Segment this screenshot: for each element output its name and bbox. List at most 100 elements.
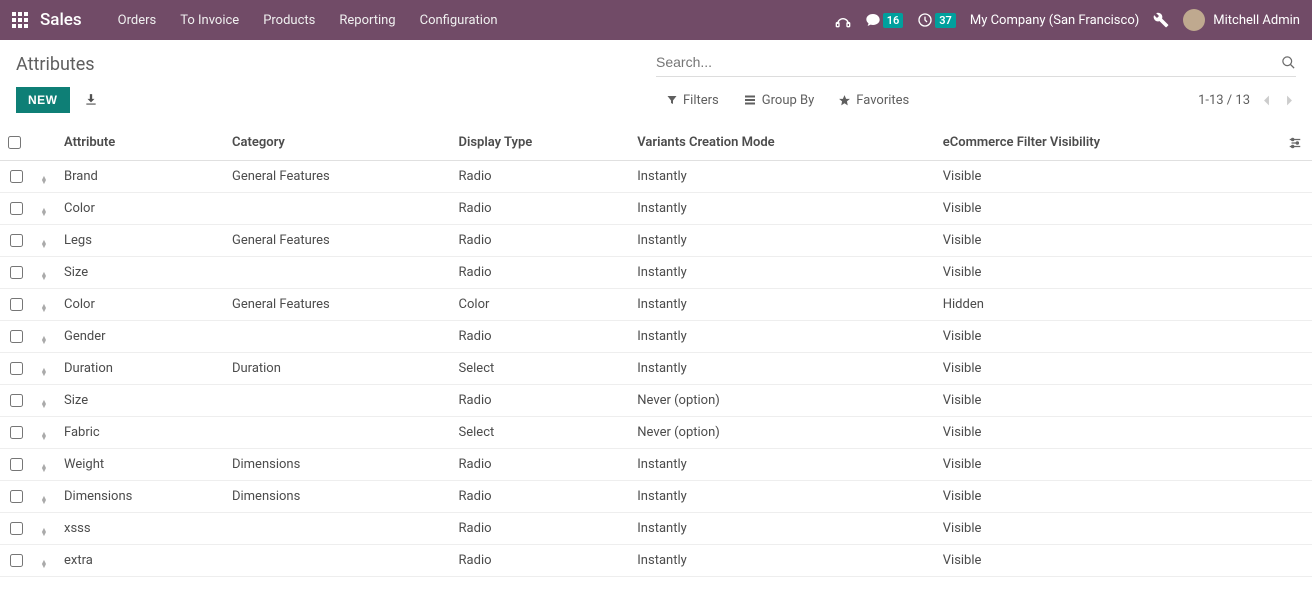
col-category[interactable]: Category — [224, 125, 451, 161]
filters-button[interactable]: Filters — [666, 93, 719, 108]
drag-handle-icon[interactable]: ▲▼ — [32, 321, 56, 353]
table-row[interactable]: ▲▼ColorGeneral FeaturesColorInstantlyHid… — [0, 289, 1312, 321]
cell-ecom: Visible — [935, 513, 1280, 545]
search-input[interactable] — [656, 48, 1281, 76]
cell-variants-mode: Instantly — [629, 193, 934, 225]
cell-attribute: Duration — [56, 353, 224, 385]
row-checkbox[interactable] — [10, 394, 23, 407]
table-row[interactable]: ▲▼xsssRadioInstantlyVisible — [0, 513, 1312, 545]
table-row[interactable]: ▲▼SizeRadioNever (option)Visible — [0, 385, 1312, 417]
cell-category — [224, 321, 451, 353]
cell-attribute: Weight — [56, 449, 224, 481]
row-checkbox[interactable] — [10, 490, 23, 503]
cell-category: Duration — [224, 353, 451, 385]
table-row[interactable]: ▲▼WeightDimensionsRadioInstantlyVisible — [0, 449, 1312, 481]
table-row[interactable]: ▲▼BrandGeneral FeaturesRadioInstantlyVis… — [0, 161, 1312, 193]
nav-item[interactable]: Reporting — [327, 13, 407, 28]
column-options-icon[interactable] — [1280, 125, 1312, 161]
new-button[interactable]: NEW — [16, 87, 70, 113]
col-attribute[interactable]: Attribute — [56, 125, 224, 161]
row-checkbox[interactable] — [10, 266, 23, 279]
cell-ecom: Visible — [935, 353, 1280, 385]
row-checkbox[interactable] — [10, 170, 23, 183]
table-row[interactable]: ▲▼ColorRadioInstantlyVisible — [0, 193, 1312, 225]
row-checkbox[interactable] — [10, 202, 23, 215]
table-row[interactable]: ▲▼DurationDurationSelectInstantlyVisible — [0, 353, 1312, 385]
drag-handle-icon[interactable]: ▲▼ — [32, 481, 56, 513]
debug-icon[interactable] — [1153, 12, 1169, 28]
drag-handle-icon[interactable]: ▲▼ — [32, 513, 56, 545]
user-menu[interactable]: Mitchell Admin — [1183, 9, 1300, 31]
pager-prev-icon[interactable] — [1260, 94, 1273, 107]
row-checkbox[interactable] — [10, 330, 23, 343]
drag-handle-header — [32, 125, 56, 161]
row-checkbox[interactable] — [10, 234, 23, 247]
pager-next-icon[interactable] — [1283, 94, 1296, 107]
groupby-button[interactable]: Group By — [743, 93, 815, 108]
search-icon[interactable] — [1281, 55, 1296, 70]
row-checkbox[interactable] — [10, 362, 23, 375]
drag-handle-icon[interactable]: ▲▼ — [32, 225, 56, 257]
pager-range[interactable]: 1-13 / 13 — [1198, 93, 1250, 108]
download-icon[interactable] — [84, 93, 98, 107]
search-bar[interactable] — [656, 48, 1296, 77]
table-row[interactable]: ▲▼SizeRadioInstantlyVisible — [0, 257, 1312, 289]
table-row[interactable]: ▲▼FabricSelectNever (option)Visible — [0, 417, 1312, 449]
drag-handle-icon[interactable]: ▲▼ — [32, 449, 56, 481]
row-checkbox[interactable] — [10, 298, 23, 311]
row-checkbox[interactable] — [10, 554, 23, 567]
drag-handle-icon[interactable]: ▲▼ — [32, 289, 56, 321]
cell-category — [224, 513, 451, 545]
cell-variants-mode: Instantly — [629, 161, 934, 193]
table-row[interactable]: ▲▼GenderRadioInstantlyVisible — [0, 321, 1312, 353]
cell-variants-mode: Instantly — [629, 289, 934, 321]
row-checkbox[interactable] — [10, 426, 23, 439]
col-variants-mode[interactable]: Variants Creation Mode — [629, 125, 934, 161]
messages-button[interactable]: 16 — [865, 12, 904, 28]
company-switcher[interactable]: My Company (San Francisco) — [970, 13, 1139, 28]
activities-badge: 37 — [935, 13, 956, 28]
cell-display-type: Radio — [451, 161, 630, 193]
avatar — [1183, 9, 1205, 31]
cell-ecom: Visible — [935, 481, 1280, 513]
drag-handle-icon[interactable]: ▲▼ — [32, 385, 56, 417]
drag-handle-icon[interactable]: ▲▼ — [32, 161, 56, 193]
nav-item[interactable]: Orders — [106, 13, 169, 28]
table-header-row: Attribute Category Display Type Variants… — [0, 125, 1312, 161]
nav-item[interactable]: To Invoice — [168, 13, 251, 28]
attributes-table: Attribute Category Display Type Variants… — [0, 125, 1312, 577]
cell-variants-mode: Instantly — [629, 545, 934, 577]
app-brand[interactable]: Sales — [40, 10, 82, 30]
favorites-button[interactable]: Favorites — [838, 93, 909, 108]
table-row[interactable]: ▲▼extraRadioInstantlyVisible — [0, 545, 1312, 577]
cell-attribute: Fabric — [56, 417, 224, 449]
table-row[interactable]: ▲▼DimensionsDimensionsRadioInstantlyVisi… — [0, 481, 1312, 513]
activities-button[interactable]: 37 — [917, 12, 956, 28]
cell-category — [224, 257, 451, 289]
topbar: Sales OrdersTo InvoiceProductsReportingC… — [0, 0, 1312, 40]
cell-category: General Features — [224, 289, 451, 321]
table-row[interactable]: ▲▼LegsGeneral FeaturesRadioInstantlyVisi… — [0, 225, 1312, 257]
drag-handle-icon[interactable]: ▲▼ — [32, 545, 56, 577]
drag-handle-icon[interactable]: ▲▼ — [32, 257, 56, 289]
drag-handle-icon[interactable]: ▲▼ — [32, 353, 56, 385]
col-ecom-visibility[interactable]: eCommerce Filter Visibility — [935, 125, 1280, 161]
row-checkbox[interactable] — [10, 522, 23, 535]
select-all-header[interactable] — [0, 125, 32, 161]
support-icon[interactable] — [835, 12, 851, 28]
cell-display-type: Radio — [451, 513, 630, 545]
drag-handle-icon[interactable]: ▲▼ — [32, 193, 56, 225]
cell-display-type: Radio — [451, 545, 630, 577]
nav-item[interactable]: Products — [251, 13, 327, 28]
cell-attribute: Brand — [56, 161, 224, 193]
cell-ecom: Visible — [935, 193, 1280, 225]
row-checkbox[interactable] — [10, 458, 23, 471]
cell-category — [224, 545, 451, 577]
nav-item[interactable]: Configuration — [408, 13, 510, 28]
select-all-checkbox[interactable] — [8, 136, 21, 149]
cell-ecom: Visible — [935, 161, 1280, 193]
col-display-type[interactable]: Display Type — [451, 125, 630, 161]
drag-handle-icon[interactable]: ▲▼ — [32, 417, 56, 449]
apps-icon[interactable] — [12, 12, 28, 28]
cell-attribute: extra — [56, 545, 224, 577]
